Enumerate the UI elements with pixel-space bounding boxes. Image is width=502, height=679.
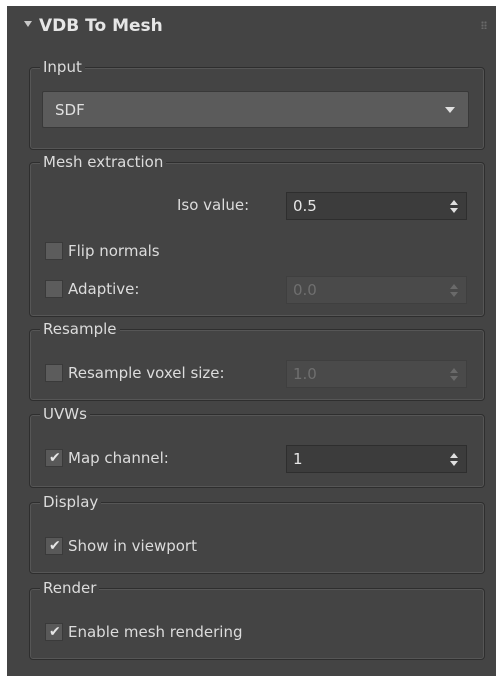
render-group-label: Render xyxy=(40,578,100,598)
spinner-up-icon xyxy=(450,368,458,373)
check-icon: ✔ xyxy=(49,538,61,554)
rollout-title: VDB To Mesh xyxy=(39,16,163,36)
uvws-group-label: UVWs xyxy=(40,404,90,424)
map-channel-checkbox[interactable]: ✔ xyxy=(45,449,63,467)
show-in-viewport-checkbox[interactable]: ✔ xyxy=(45,537,63,555)
check-icon: ✔ xyxy=(49,450,61,466)
spinner-arrows-icon[interactable] xyxy=(450,200,458,214)
iso-value-field[interactable]: 0.5 xyxy=(293,197,317,215)
spinner-arrows-icon xyxy=(450,368,458,382)
dropdown-arrow-icon xyxy=(445,107,455,113)
rollout-header[interactable]: VDB To Mesh xyxy=(7,6,496,48)
resample-voxel-spinner: 1.0 xyxy=(286,360,467,388)
input-group: Input SDF xyxy=(29,57,485,150)
flip-normals-label[interactable]: Flip normals xyxy=(68,242,160,260)
spinner-down-icon xyxy=(450,376,458,381)
input-group-label: Input xyxy=(40,57,85,77)
input-type-value: SDF xyxy=(55,101,85,119)
show-in-viewport-label[interactable]: Show in viewport xyxy=(68,537,197,555)
check-icon: ✔ xyxy=(49,624,61,640)
spinner-arrows-icon[interactable] xyxy=(450,453,458,467)
input-type-dropdown[interactable]: SDF xyxy=(42,91,469,128)
spinner-down-icon[interactable] xyxy=(450,208,458,213)
enable-mesh-rendering-label[interactable]: Enable mesh rendering xyxy=(68,623,242,641)
resample-voxel-label[interactable]: Resample voxel size: xyxy=(68,364,225,382)
uvws-group: UVWs ✔ Map channel: 1 xyxy=(29,404,485,488)
display-group: Display ✔ Show in viewport xyxy=(29,492,485,574)
collapse-triangle-icon[interactable] xyxy=(24,21,32,27)
vdb-to-mesh-panel: VDB To Mesh Input SDF Mesh extraction Is… xyxy=(7,6,496,676)
display-group-label: Display xyxy=(40,492,102,512)
adaptive-spinner: 0.0 xyxy=(286,276,467,304)
spinner-up-icon xyxy=(450,284,458,289)
map-channel-label[interactable]: Map channel: xyxy=(68,449,169,467)
spinner-down-icon[interactable] xyxy=(450,461,458,466)
grip-dots-icon[interactable] xyxy=(481,21,487,29)
resample-voxel-checkbox[interactable] xyxy=(45,364,63,382)
mesh-extraction-group: Mesh extraction Iso value: 0.5 Flip norm… xyxy=(29,152,485,317)
spinner-arrows-icon xyxy=(450,284,458,298)
mesh-extraction-group-label: Mesh extraction xyxy=(40,152,167,172)
adaptive-label[interactable]: Adaptive: xyxy=(68,280,139,298)
adaptive-value-field: 0.0 xyxy=(293,281,317,299)
map-channel-spinner[interactable]: 1 xyxy=(286,445,467,473)
adaptive-checkbox[interactable] xyxy=(45,280,63,298)
iso-value-label: Iso value: xyxy=(177,196,250,214)
render-group: Render ✔ Enable mesh rendering xyxy=(29,578,485,660)
flip-normals-checkbox[interactable] xyxy=(45,242,63,260)
resample-group: Resample Resample voxel size: 1.0 xyxy=(29,319,485,401)
iso-value-spinner[interactable]: 0.5 xyxy=(286,192,467,220)
spinner-down-icon xyxy=(450,292,458,297)
enable-mesh-rendering-checkbox[interactable]: ✔ xyxy=(45,623,63,641)
spinner-up-icon[interactable] xyxy=(450,453,458,458)
map-channel-value-field[interactable]: 1 xyxy=(293,450,303,468)
resample-voxel-value-field: 1.0 xyxy=(293,365,317,383)
spinner-up-icon[interactable] xyxy=(450,200,458,205)
resample-group-label: Resample xyxy=(40,319,120,339)
